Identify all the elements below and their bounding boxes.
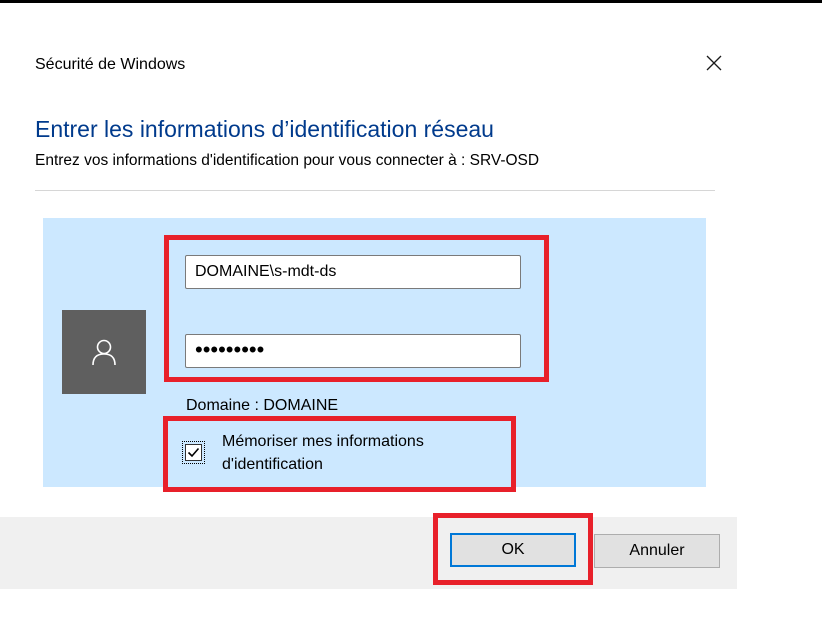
remember-label: Mémoriser mes informations d'identificat… [222, 433, 424, 473]
domain-label: Domaine : DOMAINE [186, 397, 339, 414]
separator [35, 190, 715, 191]
password-field[interactable]: ••••••••• [185, 334, 521, 368]
password-mask: ••••••••• [195, 337, 265, 362]
top-border-line [0, 0, 822, 3]
user-icon [92, 339, 116, 366]
close-icon [706, 55, 722, 71]
username-field[interactable]: DOMAINE\s-mdt-ds [185, 255, 521, 289]
dialog-heading: Entrer les informations d’identification… [35, 116, 494, 142]
avatar [62, 310, 146, 394]
ok-button[interactable]: OK [450, 533, 576, 567]
close-button[interactable] [697, 46, 731, 80]
cancel-button[interactable]: Annuler [594, 534, 720, 568]
dialog-title: Sécurité de Windows [35, 56, 186, 73]
checkmark-icon [187, 447, 200, 458]
remember-checkbox[interactable] [182, 441, 205, 464]
username-value: DOMAINE\s-mdt-ds [195, 263, 337, 280]
dialog-subtext: Entrez vos informations d'identification… [35, 152, 540, 169]
